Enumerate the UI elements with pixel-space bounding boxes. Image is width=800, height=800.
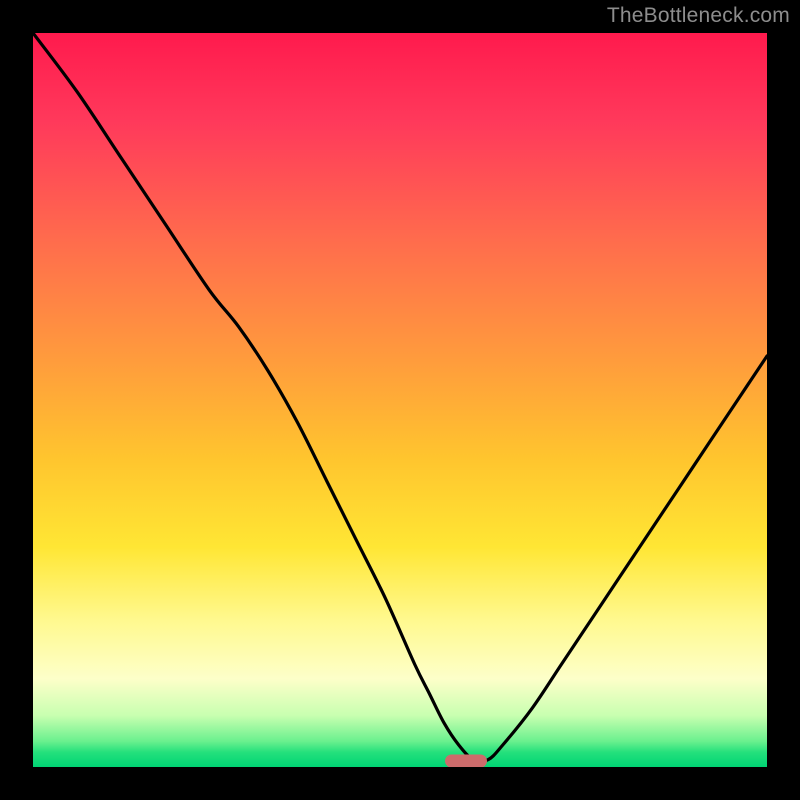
plot-area (33, 33, 767, 767)
watermark-text: TheBottleneck.com (607, 4, 790, 28)
chart-canvas: TheBottleneck.com (0, 0, 800, 800)
bottleneck-curve (33, 33, 767, 767)
optimal-marker (445, 755, 487, 767)
